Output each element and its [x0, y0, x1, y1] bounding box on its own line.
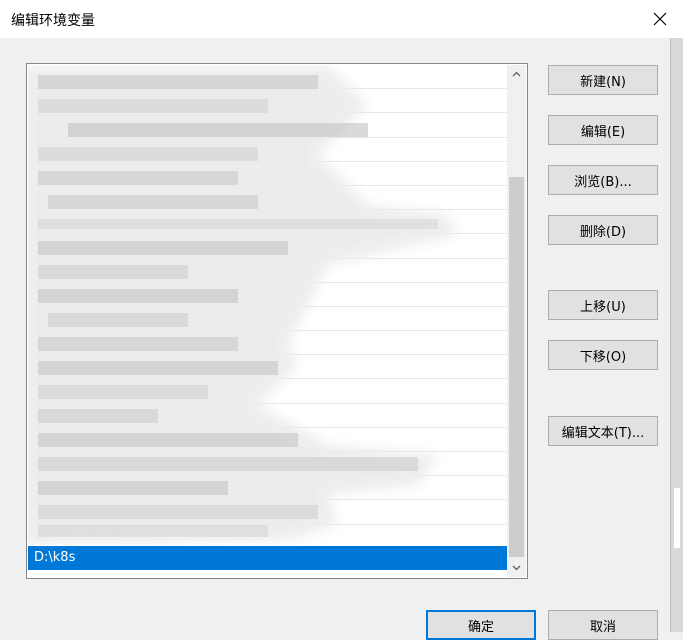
- list-item[interactable]: [28, 113, 507, 138]
- list-item[interactable]: [28, 65, 507, 90]
- path-list-rows: D:\k8s: [28, 65, 507, 577]
- scroll-up-button[interactable]: [507, 65, 526, 83]
- list-item-selected[interactable]: D:\k8s: [28, 546, 507, 570]
- list-item[interactable]: [28, 379, 507, 404]
- move-down-button[interactable]: 下移(O): [548, 340, 658, 370]
- new-button[interactable]: 新建(N): [548, 65, 658, 95]
- list-item[interactable]: [28, 428, 507, 452]
- edit-text-button[interactable]: 编辑文本(T)...: [548, 416, 658, 446]
- close-icon: [653, 12, 667, 26]
- title-bar: 编辑环境变量: [0, 0, 683, 38]
- list-item[interactable]: [28, 355, 507, 380]
- browse-button[interactable]: 浏览(B)...: [548, 165, 658, 195]
- scroll-thumb[interactable]: [509, 177, 524, 557]
- list-item[interactable]: [28, 210, 507, 235]
- list-item[interactable]: [28, 307, 507, 332]
- list-item[interactable]: [28, 138, 507, 162]
- list-item[interactable]: [28, 331, 507, 356]
- cancel-button[interactable]: 取消: [548, 610, 658, 640]
- ok-button[interactable]: 确定: [426, 610, 536, 640]
- list-item[interactable]: [28, 476, 507, 501]
- list-item[interactable]: [28, 162, 507, 186]
- selected-path-text: D:\k8s: [34, 550, 76, 565]
- close-button[interactable]: [637, 0, 683, 38]
- list-item[interactable]: [28, 452, 507, 477]
- scroll-down-button[interactable]: [507, 559, 526, 577]
- chevron-up-icon: [512, 71, 521, 77]
- dialog-title: 编辑环境变量: [11, 13, 95, 29]
- chevron-down-icon: [512, 565, 521, 571]
- list-item[interactable]: [28, 500, 507, 525]
- list-item[interactable]: [28, 259, 507, 283]
- list-item[interactable]: [28, 234, 507, 259]
- edit-button[interactable]: 编辑(E): [548, 115, 658, 145]
- list-item[interactable]: [28, 186, 507, 211]
- delete-button[interactable]: 删除(D): [548, 215, 658, 245]
- background-window-edge: [670, 38, 683, 632]
- path-list[interactable]: D:\k8s: [26, 63, 528, 579]
- list-item[interactable]: [28, 404, 507, 428]
- list-item[interactable]: [28, 283, 507, 307]
- list-item[interactable]: [28, 89, 507, 114]
- move-up-button[interactable]: 上移(U): [548, 290, 658, 320]
- vertical-scrollbar[interactable]: [507, 65, 526, 577]
